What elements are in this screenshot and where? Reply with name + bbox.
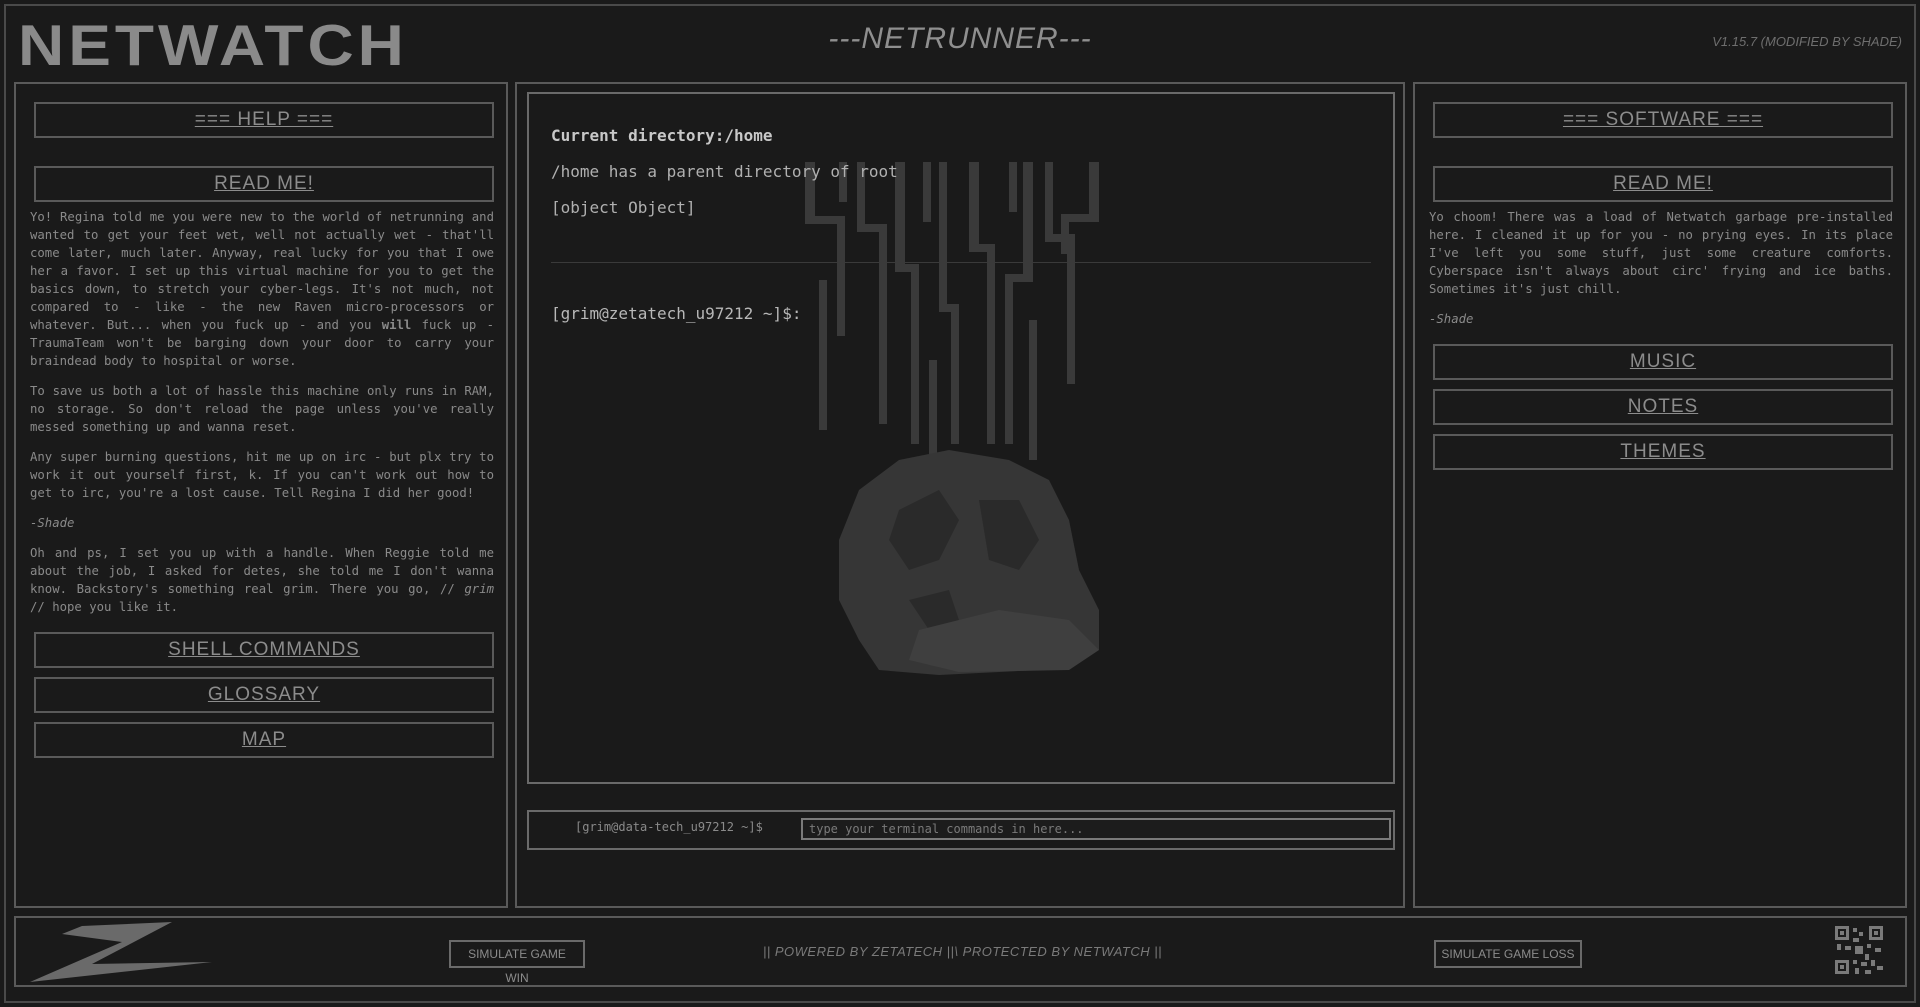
help-heading-button[interactable]: === HELP === <box>34 102 494 138</box>
help-readme-text: Yo! Regina told me you were new to the w… <box>30 210 495 614</box>
terminal-panel: Current directory:/home /home has a pare… <box>515 82 1405 908</box>
parent-directory-line: /home has a parent directory of root <box>551 162 898 181</box>
software-readme-button[interactable]: READ ME! <box>1433 166 1893 202</box>
input-prompt-label: [grim@data-tech_u97212 ~]$ <box>575 820 763 834</box>
command-input-bar: [grim@data-tech_u97212 ~]$ <box>527 810 1395 850</box>
themes-button[interactable]: THEMES <box>1433 434 1893 470</box>
command-input[interactable] <box>801 818 1391 840</box>
glossary-button[interactable]: GLOSSARY <box>34 677 494 713</box>
terminal-output: Current directory:/home /home has a pare… <box>551 118 898 226</box>
music-button[interactable]: MUSIC <box>1433 344 1893 380</box>
software-heading-button[interactable]: === SOFTWARE === <box>1433 102 1893 138</box>
object-output-line: [object Object] <box>551 198 696 217</box>
map-button[interactable]: MAP <box>34 722 494 758</box>
software-readme-text: Yo choom! There was a load of Netwatch g… <box>1429 210 1893 326</box>
help-panel: === HELP === READ ME! Yo! Regina told me… <box>14 82 508 908</box>
shell-commands-button[interactable]: SHELL COMMANDS <box>34 632 494 668</box>
skull-art-image <box>805 162 1099 675</box>
version-label: V1.15.7 (MODIFIED BY SHADE) <box>1712 34 1902 49</box>
help-signature: -Shade <box>30 516 75 530</box>
page-title: ---NETRUNNER--- <box>828 22 1092 55</box>
footer-powered-text: || POWERED BY ZETATECH ||\ PROTECTED BY … <box>763 944 1162 959</box>
current-directory-line: Current directory:/home <box>551 126 773 145</box>
simulate-loss-button[interactable]: SIMULATE GAME LOSS <box>1434 940 1582 968</box>
software-signature: -Shade <box>1429 312 1474 326</box>
help-readme-button[interactable]: READ ME! <box>34 166 494 202</box>
terminal-divider <box>551 262 1371 263</box>
software-panel: === SOFTWARE === READ ME! Yo choom! Ther… <box>1413 82 1907 908</box>
footer: SIMULATE GAME WIN || POWERED BY ZETATECH… <box>14 916 1907 987</box>
qr-code-icon <box>1835 926 1883 974</box>
terminal-prompt: [grim@zetatech_u97212 ~]$: <box>551 304 802 323</box>
notes-button[interactable]: NOTES <box>1433 389 1893 425</box>
terminal-screen: Current directory:/home /home has a pare… <box>527 92 1395 784</box>
